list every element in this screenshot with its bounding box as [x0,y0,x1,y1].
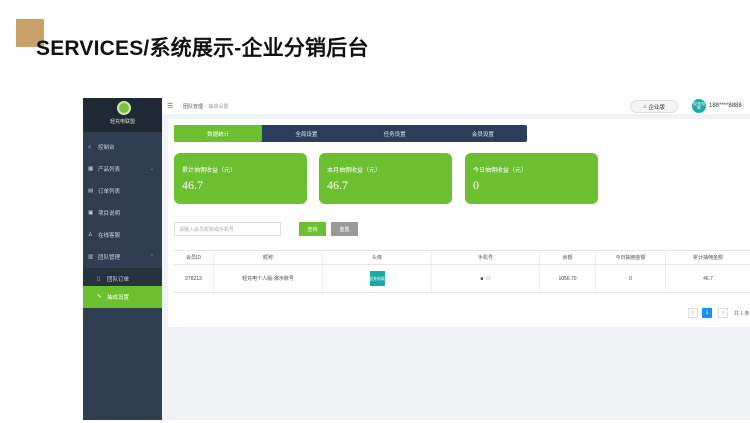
sidebar-item-team[interactable]: ▥ 团队管理 ⌃ [83,246,162,268]
sidebar-item-label: 团队管理 [98,255,121,261]
sidebar-item-label: 项目说明 [98,211,121,217]
pagination-total: 共 1 条 [734,311,750,317]
column-header: 头像 [323,251,432,264]
members-table: 会员ID 昵称 头像 手机号 余额 今日抽佣金额 累计抽佣金额 278213 轻… [174,250,750,293]
home-icon: ⌂ [88,143,92,150]
page-number-button[interactable]: 1 [702,308,712,318]
tab-member-settings[interactable]: 会员设置 [439,125,527,142]
stat-label: 今日抽佣收益（元） [473,168,528,174]
edit-icon: ✎ [97,293,102,300]
admin-screenshot: 轻充电联盟 ⌂ 控制台 ▦ 产品列表 ⌄ ▤ 订单列表 ▣ 项目说明 ♙ 在线客… [83,98,750,420]
grid-icon: ▦ [88,165,94,172]
stat-card-month: 本月抽佣收益（元） 46.7 [319,153,452,204]
breadcrumb-item[interactable]: 团队管理 [183,104,203,110]
cell-balance: 1056.70 [540,265,596,292]
tab-global-settings[interactable]: 全局设置 [262,125,350,142]
stat-label: 本月抽佣收益（元） [327,168,382,174]
column-header: 会员ID [174,251,214,264]
sidebar: 轻充电联盟 ⌂ 控制台 ▦ 产品列表 ⌄ ▤ 订单列表 ▣ 项目说明 ♙ 在线客… [83,98,162,420]
column-header: 手机号 [432,251,540,264]
stat-card-today: 今日抽佣收益（元） 0 [465,153,598,204]
cell-member-id: 278213 [174,265,214,292]
main-content: 数据统计 全局设置 任务设置 会员设置 累计抽佣收益（元） 46.7 本月抽佣收… [162,114,750,420]
stat-value: 46.7 [327,178,348,192]
tab-task-settings[interactable]: 任务设置 [351,125,439,142]
logo-icon [117,101,131,115]
chevron-down-icon: ⌄ [149,166,154,172]
menu-toggle-icon[interactable]: ☰ [167,102,173,110]
pagination: < 1 > 共 1 条 [688,308,750,318]
sidebar-item-commission-settings[interactable]: ✎ 抽成设置 [83,286,162,308]
reset-button[interactable]: 重置 [331,222,358,236]
tab-bar: 数据统计 全局设置 任务设置 会员设置 [174,125,527,142]
stat-label: 累计抽佣收益（元） [182,168,237,174]
cell-avatar: 轻充电联 [323,265,432,292]
cart-icon: ▤ [88,187,94,194]
sidebar-item-label: 团队订单 [107,277,130,283]
prev-page-button[interactable]: < [688,308,698,318]
masked-phone: ■ □ [480,275,491,282]
sidebar-item-orders[interactable]: ▤ 订单列表 [83,180,162,202]
avatar[interactable]: 轻充电联 [692,99,706,113]
sidebar-item-products[interactable]: ▦ 产品列表 ⌄ [83,158,162,180]
cell-total-commission: 46.7 [703,275,713,282]
sidebar-item-project-info[interactable]: ▣ 项目说明 [83,202,162,224]
edition-button[interactable]: ⌂ 企业版 [630,100,678,113]
doc-icon: ▣ [88,209,94,216]
next-page-button[interactable]: > [718,308,728,318]
top-bar: ☰ 团队管理 / 抽成设置 ⌂ 企业版 轻充电联 188****8888 [162,98,750,114]
file-icon: ▯ [97,275,101,282]
edition-label: 企业版 [648,104,665,111]
column-header: 累计抽佣金额 [692,255,723,261]
cell-nickname: 轻充电个人版-演示账号 [214,265,323,292]
stat-value: 46.7 [182,178,203,192]
chevron-up-icon: ⌃ [149,254,154,260]
user-icon: ♙ [88,231,93,238]
query-button[interactable]: 查询 [299,222,326,236]
column-header: 今日抽佣金额 [596,251,666,264]
sidebar-item-support[interactable]: ♙ 在线客服 [83,224,162,246]
sidebar-item-label: 抽成设置 [107,295,130,301]
page-title: SERVICES/系统展示-企业分销后台 [36,37,369,60]
logo: 轻充电联盟 [83,98,162,132]
column-header: 余额 [540,251,596,264]
content-card: 数据统计 全局设置 任务设置 会员设置 累计抽佣收益（元） 46.7 本月抽佣收… [168,119,750,327]
breadcrumb: 团队管理 / 抽成设置 [183,103,228,110]
stat-value: 0 [473,178,479,192]
sidebar-item-dashboard[interactable]: ⌂ 控制台 [83,136,162,158]
sidebar-item-label: 控制台 [98,145,115,151]
user-phone[interactable]: 188****8888 [709,103,742,109]
column-header: 昵称 [214,251,323,264]
breadcrumb-separator: / [205,104,207,110]
search-input[interactable]: 请输入会员昵称或手机号 [174,222,281,236]
tab-data-stats[interactable]: 数据统计 [174,125,263,142]
team-icon: ▥ [88,253,94,260]
sidebar-item-label: 产品列表 [98,167,121,173]
sidebar-item-label: 在线客服 [98,233,121,239]
cell-phone: ■ □ [432,265,540,292]
sidebar-item-label: 订单列表 [98,189,121,195]
table-row[interactable]: 278213 轻充电个人版-演示账号 轻充电联 ■ □ 1056.70 0 46… [174,265,750,293]
home-icon: ⌂ [643,103,647,110]
cell-today-commission: 0 [596,265,666,292]
table-header: 会员ID 昵称 头像 手机号 余额 今日抽佣金额 累计抽佣金额 [174,250,750,265]
breadcrumb-current: 抽成设置 [208,104,229,110]
stat-card-total: 累计抽佣收益（元） 46.7 [174,153,307,204]
logo-text: 轻充电联盟 [109,119,135,125]
avatar: 轻充电联 [369,271,385,286]
